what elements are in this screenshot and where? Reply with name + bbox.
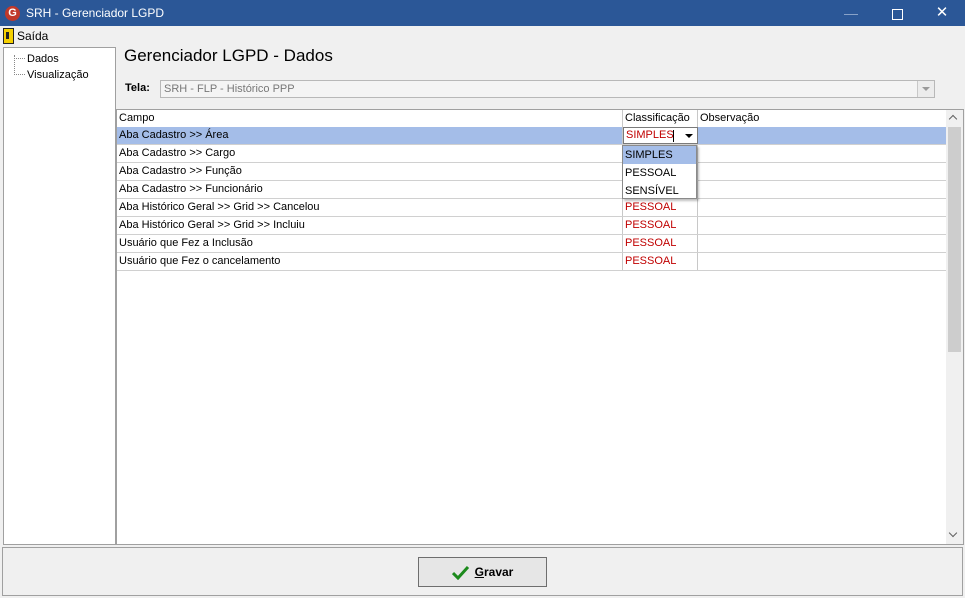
scroll-thumb[interactable] <box>948 127 961 352</box>
cell-observacao[interactable] <box>698 181 947 198</box>
column-header-observacao[interactable]: Observação <box>698 110 947 127</box>
cell-classificacao[interactable]: PESSOAL <box>623 217 698 234</box>
gravar-label: Gravar <box>474 565 514 579</box>
page-title: Gerenciador LGPD - Dados <box>124 46 333 65</box>
tela-select-value: SRH - FLP - Histórico PPP <box>164 83 295 95</box>
classification-dropdown: SIMPLES PESSOAL SENSÍVEL <box>622 145 697 199</box>
table-row[interactable]: Aba Cadastro >> Cargo <box>117 145 947 163</box>
dropdown-arrow-icon[interactable] <box>682 129 696 142</box>
classification-editor-value: SIMPLES <box>626 129 674 141</box>
cell-observacao[interactable] <box>698 253 947 270</box>
cell-campo[interactable]: Usuário que Fez a Inclusão <box>117 235 623 252</box>
table-row[interactable]: Aba Cadastro >> Função <box>117 163 947 181</box>
tela-label: Tela: <box>125 82 150 94</box>
cell-observacao[interactable] <box>698 217 947 234</box>
cell-observacao[interactable] <box>698 199 947 216</box>
menu-item-label: Saída <box>17 28 49 43</box>
tree-item-label: Dados <box>27 52 59 65</box>
checkmark-icon <box>451 565 469 580</box>
dropdown-option-pessoal[interactable]: PESSOAL <box>623 164 696 182</box>
column-header-campo[interactable]: Campo <box>117 110 623 127</box>
table-row[interactable]: Aba Cadastro >> Funcionário <box>117 181 947 199</box>
cell-classificacao[interactable]: PESSOAL <box>623 235 698 252</box>
vertical-scrollbar[interactable] <box>946 110 963 544</box>
table-row[interactable]: Usuário que Fez a Inclusão PESSOAL <box>117 235 947 253</box>
cell-campo[interactable]: Aba Histórico Geral >> Grid >> Incluiu <box>117 217 623 234</box>
cell-classificacao[interactable]: PESSOAL <box>623 199 698 216</box>
title-bar: G SRH - Gerenciador LGPD — ✕ <box>0 0 965 26</box>
cell-campo[interactable]: Usuário que Fez o cancelamento <box>117 253 623 270</box>
navigation-tree: Dados Visualização <box>3 47 116 545</box>
cell-observacao[interactable] <box>698 145 947 162</box>
tela-select[interactable]: SRH - FLP - Histórico PPP <box>160 80 935 98</box>
scroll-down-icon[interactable] <box>946 527 963 544</box>
cell-campo[interactable]: Aba Cadastro >> Área <box>117 127 623 144</box>
cell-classificacao[interactable]: PESSOAL <box>623 253 698 270</box>
chevron-down-icon[interactable] <box>917 81 934 97</box>
cell-campo[interactable]: Aba Histórico Geral >> Grid >> Cancelou <box>117 199 623 216</box>
tree-branch-line <box>14 58 25 59</box>
dropdown-option-simples[interactable]: SIMPLES <box>623 146 696 164</box>
tree-item-dados[interactable]: Dados <box>14 51 59 66</box>
table-row[interactable]: Aba Histórico Geral >> Grid >> Incluiu P… <box>117 217 947 235</box>
maximize-icon <box>891 8 903 20</box>
gravar-button[interactable]: Gravar <box>418 557 547 587</box>
dropdown-option-sensivel[interactable]: SENSÍVEL <box>623 182 696 200</box>
tree-item-visualizacao[interactable]: Visualização <box>14 67 89 82</box>
close-button[interactable]: ✕ <box>919 0 965 26</box>
maximize-button[interactable] <box>874 0 920 26</box>
cell-observacao[interactable] <box>698 235 947 252</box>
table-row[interactable]: Usuário que Fez o cancelamento PESSOAL <box>117 253 947 271</box>
grid-header: Campo Classificação Observação <box>117 110 947 128</box>
app-logo-icon: G <box>5 6 20 21</box>
minimize-button[interactable]: — <box>828 0 874 26</box>
classification-editor[interactable]: SIMPLES <box>623 127 698 144</box>
window-title: SRH - Gerenciador LGPD <box>26 6 165 20</box>
cell-campo[interactable]: Aba Cadastro >> Função <box>117 163 623 180</box>
menu-bar: Saída <box>0 26 965 45</box>
column-header-classificacao[interactable]: Classificação <box>623 110 698 127</box>
cell-observacao[interactable] <box>698 127 947 144</box>
text-caret <box>673 130 674 142</box>
table-row[interactable]: Aba Cadastro >> Área SIMPLES <box>117 127 947 145</box>
exit-door-icon <box>3 27 14 44</box>
tree-branch-line <box>14 74 25 75</box>
cell-campo[interactable]: Aba Cadastro >> Cargo <box>117 145 623 162</box>
table-row[interactable]: Aba Histórico Geral >> Grid >> Cancelou … <box>117 199 947 217</box>
scroll-up-icon[interactable] <box>946 110 963 127</box>
cell-campo[interactable]: Aba Cadastro >> Funcionário <box>117 181 623 198</box>
tree-item-label: Visualização <box>27 68 89 81</box>
fields-grid: Campo Classificação Observação Aba Cadas… <box>116 109 964 545</box>
menu-item-saida[interactable]: Saída <box>3 27 48 44</box>
cell-observacao[interactable] <box>698 163 947 180</box>
